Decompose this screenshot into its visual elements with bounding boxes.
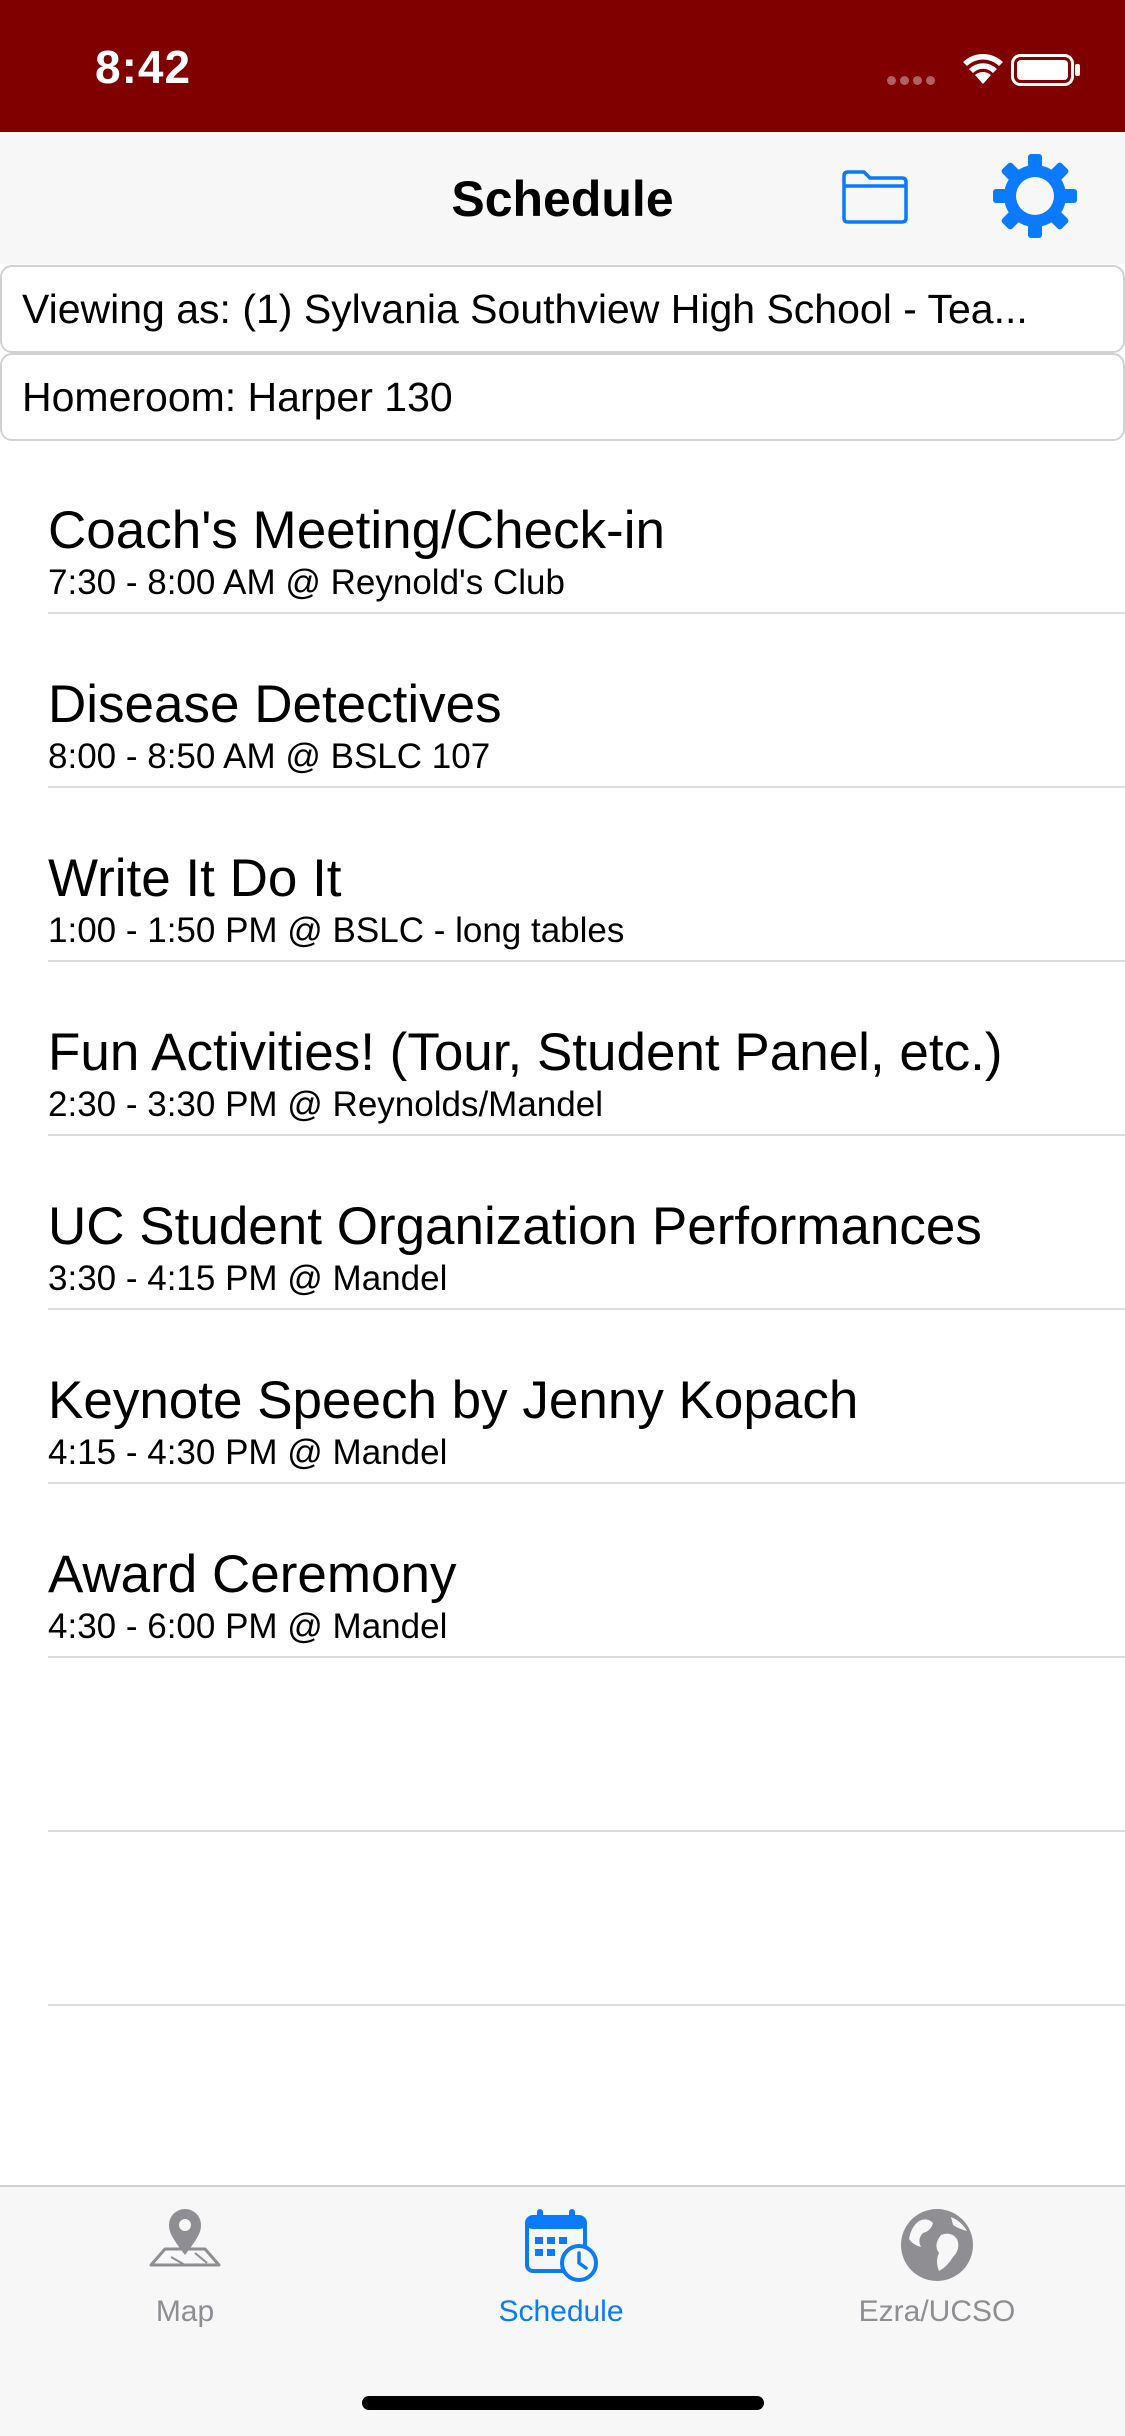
tab-schedule[interactable]: Schedule [411,2205,711,2329]
event-title: UC Student Organization Performances [48,1197,982,1256]
empty-list-item [0,1832,1125,2006]
event-title: Keynote Speech by Jenny Kopach [48,1371,859,1430]
schedule-screen: 8:42 Schedule Viewing as: (1) Sylvania S… [0,0,1125,2436]
event-detail: 4:30 - 6:00 PM @ Mandel [48,1607,448,1646]
navigation-bar: Schedule [0,132,1125,264]
list-item[interactable]: UC Student Organization Performances 3:3… [0,1136,1125,1310]
map-pin-icon [149,2209,221,2267]
wifi-icon [963,54,1003,84]
tab-label: Schedule [498,2295,624,2328]
tab-map[interactable]: Map [35,2205,335,2329]
tab-label: Ezra/UCSO [858,2295,1016,2328]
divider [48,2004,1125,2006]
calendar-clock-icon [525,2209,598,2282]
list-item[interactable]: Coach's Meeting/Check-in 7:30 - 8:00 AM … [0,440,1125,614]
event-detail: 4:15 - 4:30 PM @ Mandel [48,1433,448,1472]
viewing-as-selector[interactable]: Viewing as: (1) Sylvania Southview High … [0,265,1125,353]
gear-icon[interactable] [993,154,1077,238]
globe-icon [901,2209,973,2281]
list-item[interactable]: Fun Activities! (Tour, Student Panel, et… [0,962,1125,1136]
empty-list-item [0,1658,1125,1832]
page-title: Schedule [451,171,674,227]
event-title: Coach's Meeting/Check-in [48,501,665,560]
event-detail: 2:30 - 3:30 PM @ Reynolds/Mandel [48,1085,603,1124]
home-indicator[interactable] [362,2396,764,2410]
list-item[interactable]: Write It Do It 1:00 - 1:50 PM @ BSLC - l… [0,788,1125,962]
tab-ezra-ucso[interactable]: Ezra/UCSO [787,2205,1087,2329]
tab-label: Map [155,2295,215,2328]
event-detail: 7:30 - 8:00 AM @ Reynold's Club [48,563,565,602]
status-time: 8:42 [95,41,192,93]
list-item[interactable]: Keynote Speech by Jenny Kopach 4:15 - 4:… [0,1310,1125,1484]
homeroom-label: Homeroom: Harper 130 [0,353,1125,441]
event-detail: 3:30 - 4:15 PM @ Mandel [48,1259,448,1298]
event-title: Award Ceremony [48,1545,457,1604]
battery-icon [1011,54,1080,86]
folder-icon[interactable] [840,164,910,228]
list-item[interactable]: Award Ceremony 4:30 - 6:00 PM @ Mandel [0,1484,1125,1658]
list-item[interactable]: Disease Detectives 8:00 - 8:50 AM @ BSLC… [0,614,1125,788]
event-detail: 1:00 - 1:50 PM @ BSLC - long tables [48,911,625,950]
schedule-list: Coach's Meeting/Check-in 7:30 - 8:00 AM … [0,440,1125,2006]
event-title: Disease Detectives [48,675,502,734]
event-title: Write It Do It [48,849,342,908]
signal-dots-icon [887,72,939,85]
status-bar: 8:42 [0,0,1125,132]
event-title: Fun Activities! (Tour, Student Panel, et… [48,1023,1003,1082]
event-detail: 8:00 - 8:50 AM @ BSLC 107 [48,737,491,776]
